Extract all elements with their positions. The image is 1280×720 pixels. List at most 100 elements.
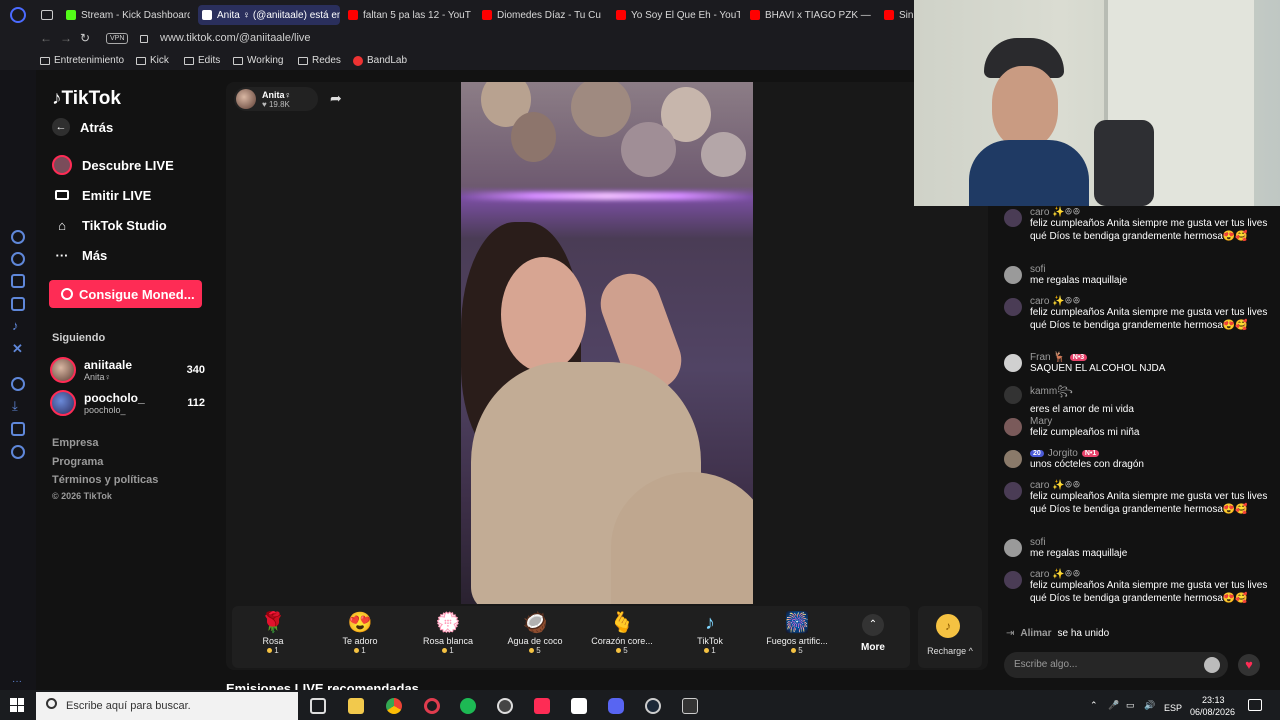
emoji-icon[interactable] <box>1204 657 1220 673</box>
tab-overview-icon[interactable] <box>41 10 53 20</box>
tab-youtube-4[interactable]: BHAVI x TIAGO PZK — C <box>750 5 874 25</box>
gift-te-adoro[interactable]: 😍 Te adoro 1 <box>320 610 400 655</box>
taskbar-search-input[interactable]: Escribe aquí para buscar. <box>36 692 298 720</box>
tab-youtube-2[interactable]: Diomedes Díaz - Tu Cu <box>482 5 606 25</box>
chat-message[interactable]: sofi me regalas maquillaje <box>1004 264 1274 288</box>
balloon-decoration <box>621 122 676 177</box>
chat-message[interactable]: caro ✨ꔮꔮ feliz cumpleaños Anita siempre m… <box>1004 569 1274 605</box>
mic-icon[interactable]: 🎤 <box>1108 700 1119 711</box>
network-icon[interactable]: ▭ <box>1126 700 1135 711</box>
footer-programa[interactable]: Programa <box>52 456 103 468</box>
history-icon[interactable] <box>11 377 25 391</box>
bookmark-entretenimiento[interactable]: Entretenimiento <box>40 55 124 66</box>
tab-kick[interactable]: Stream - Kick Dashboard <box>66 5 190 25</box>
extensions-icon[interactable] <box>11 422 25 436</box>
instagram-icon[interactable] <box>11 297 25 311</box>
chat-message[interactable]: Mary feliz cumpleaños mi niña <box>1004 416 1274 440</box>
tiktok-logo[interactable]: ♪TikTok <box>52 88 121 110</box>
discord-icon[interactable] <box>11 274 25 288</box>
clock-date[interactable]: 06/08/2026 <box>1190 707 1235 717</box>
gift-tiktok[interactable]: ♪ TikTok 1 <box>670 610 750 655</box>
x-icon[interactable]: ✕ <box>12 341 23 357</box>
avatar <box>50 357 76 383</box>
chat-message[interactable]: kamm꧂ eres el amor de mi vida <box>1004 384 1274 417</box>
url-input[interactable]: www.tiktok.com/@aniitaale/live <box>160 32 311 44</box>
tiktok-sidebar-icon[interactable]: ♪ <box>12 318 19 333</box>
youtube-icon <box>884 10 894 20</box>
gift-fuegos[interactable]: 🎆 Fuegos artific... 5 <box>757 610 837 655</box>
language-indicator[interactable]: ESP <box>1164 703 1182 713</box>
arrow-left-icon: ← <box>52 118 70 136</box>
discord-app-icon[interactable] <box>608 698 624 714</box>
chat-message[interactable]: sofi me regalas maquillaje <box>1004 537 1274 561</box>
tray-chevron-icon[interactable]: ⌃ <box>1090 700 1098 711</box>
nav-discover-live[interactable]: Descubre LIVE <box>52 155 174 175</box>
steam-icon[interactable] <box>645 698 661 714</box>
download-icon[interactable]: ⤓ <box>12 398 18 414</box>
chat-message[interactable]: 20 Jorgito N•1 unos cócteles con dragón <box>1004 448 1274 472</box>
bookmark-edits[interactable]: Edits <box>184 55 220 66</box>
forward-icon[interactable]: → <box>60 31 72 45</box>
volume-icon[interactable]: 🔊 <box>1144 700 1155 711</box>
chat-input[interactable]: Escribe algo... <box>1004 652 1228 678</box>
clock-time[interactable]: 23:13 <box>1202 695 1225 705</box>
opera-logo-icon[interactable] <box>10 7 26 23</box>
chat-message[interactable]: caro ✨ꔮꔮ feliz cumpleaños Anita siempre m… <box>1004 480 1274 516</box>
chat-message[interactable]: caro ✨ꔮꔮ feliz cumpleaños Anita siempre m… <box>1004 296 1274 332</box>
opera-gx-icon[interactable] <box>424 698 440 714</box>
obs-icon[interactable] <box>497 698 513 714</box>
avatar <box>1004 298 1022 316</box>
gift-rosa[interactable]: 🌹 Rosa 1 <box>233 610 313 655</box>
following-title: Siguiendo <box>52 332 106 344</box>
bookmark-kick[interactable]: Kick <box>136 55 169 66</box>
nav-more[interactable]: ··· Más <box>52 245 108 265</box>
bookmark-working[interactable]: Working <box>233 55 284 66</box>
footer-terms[interactable]: Términos y políticas <box>52 474 158 486</box>
aria-icon[interactable] <box>11 230 25 244</box>
fireworks-icon: 🎆 <box>784 612 810 634</box>
epic-games-icon[interactable] <box>682 698 698 714</box>
notifications-icon[interactable] <box>1248 699 1262 711</box>
tab-youtube-3[interactable]: Yo Soy El Que Eh - YouT <box>616 5 740 25</box>
capcut-icon[interactable] <box>571 698 587 714</box>
avatar <box>1004 386 1022 404</box>
sidebar-more-icon[interactable]: ··· <box>12 676 22 687</box>
bookmark-bandlab[interactable]: BandLab <box>353 55 407 66</box>
following-item-poocholo[interactable]: poocholo_ poocholo_ 112 <box>50 390 205 416</box>
coin-icon: ♪ <box>936 614 960 638</box>
chat-message[interactable]: caro ✨ꔮꔮ feliz cumpleaños Anita siempre m… <box>1004 207 1274 243</box>
heart-icon[interactable]: ♥ <box>1238 654 1260 676</box>
settings-icon[interactable] <box>11 445 25 459</box>
whatsapp-icon[interactable] <box>11 252 25 266</box>
tab-youtube-1[interactable]: faltan 5 pa las 12 - YouT <box>348 5 472 25</box>
chat-message[interactable]: Fran 🦌 N•3 SAQUEN EL ALCOHOL NJDA <box>1004 352 1274 376</box>
share-icon[interactable]: ➦ <box>330 90 342 107</box>
host-info[interactable]: Anita♀ ♥ 19.8K <box>234 87 318 111</box>
footer-empresa[interactable]: Empresa <box>52 437 98 449</box>
following-item-aniitaale[interactable]: aniitaale Anita♀ 340 <box>50 357 205 383</box>
bookmark-redes[interactable]: Redes <box>298 55 341 66</box>
back-icon[interactable]: ← <box>40 31 52 45</box>
camera-icon <box>52 185 72 205</box>
nav-tiktok-studio[interactable]: ⌂ TikTok Studio <box>52 215 167 235</box>
spotify-icon[interactable] <box>460 698 476 714</box>
get-coins-button[interactable]: Consigue Moned... <box>49 280 202 308</box>
task-view-icon[interactable] <box>310 698 326 714</box>
heart-eyes-icon: 😍 <box>347 612 373 634</box>
nav-go-live[interactable]: Emitir LIVE <box>52 185 151 205</box>
live-video[interactable] <box>461 82 753 604</box>
gift-corazon[interactable]: 🫰 Corazón core... 5 <box>582 610 662 655</box>
vpn-badge[interactable]: VPN <box>106 33 129 44</box>
tab-tiktok-live[interactable]: Anita ♀ (@aniitaale) está en <box>198 5 340 25</box>
file-explorer-icon[interactable] <box>348 698 364 714</box>
more-gifts-button[interactable]: ⌃ More <box>852 614 894 653</box>
windows-start-icon[interactable] <box>10 698 24 712</box>
gift-agua-de-coco[interactable]: 🥥 Agua de coco 5 <box>495 610 575 655</box>
nav-back[interactable]: ← Atrás <box>52 118 113 136</box>
chrome-icon[interactable] <box>386 698 402 714</box>
reload-icon[interactable]: ↻ <box>80 31 90 45</box>
gift-rosa-blanca[interactable]: 💮 Rosa blanca 1 <box>408 610 488 655</box>
tab-youtube-5[interactable]: Sin <box>884 5 914 25</box>
kick-icon <box>66 10 76 20</box>
tiktok-app-icon[interactable] <box>534 698 550 714</box>
